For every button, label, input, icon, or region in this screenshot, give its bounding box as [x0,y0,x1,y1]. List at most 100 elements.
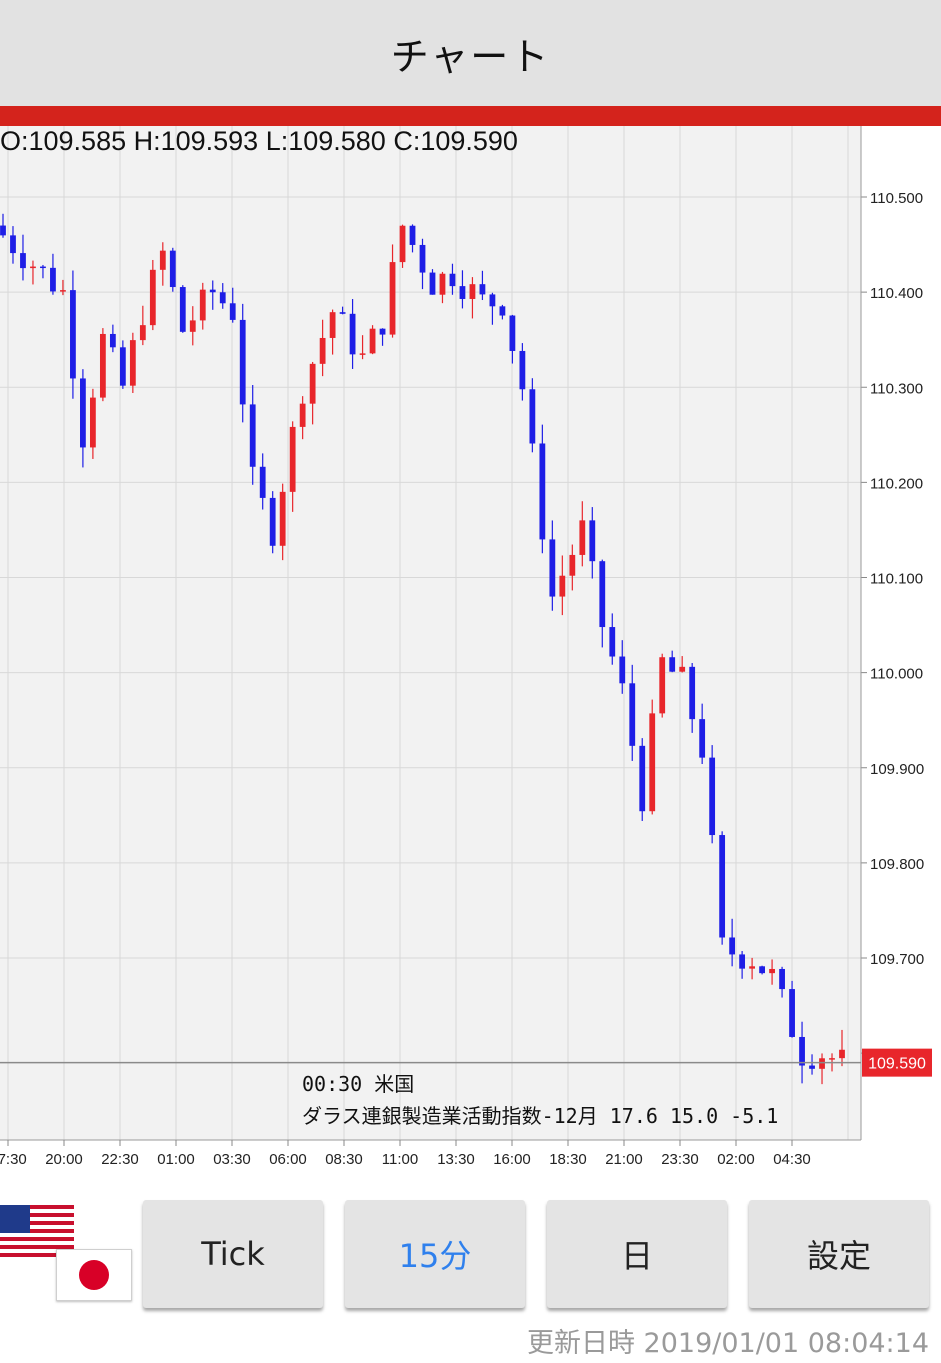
ohlc-readout: O:109.585 H:109.593 L:109.580 C:109.590 [0,126,518,156]
candle-body [689,666,696,720]
candle-body [469,284,476,299]
candle-body [829,1058,835,1060]
candle-body [479,284,486,295]
price-tick-label: 110.400 [870,285,923,302]
candle-body [319,337,326,364]
candle-body [389,262,396,335]
candle-body [609,627,616,657]
candle-body [239,319,246,405]
candle-body [399,225,406,263]
candle-body [50,267,56,292]
candle-body [259,466,266,498]
event-time-country: 00:30 米国 [302,1072,415,1096]
candle-body [739,954,746,969]
candle-body [229,303,236,320]
candle-body [159,250,166,270]
candle-body [539,443,546,540]
candle-body [629,683,636,746]
candle-body [449,273,456,287]
event-description: ダラス連銀製造業活動指数-12月 17.6 15.0 -5.1 [302,1104,779,1128]
candle-body [269,497,276,546]
candle-body [549,539,556,597]
candle-body [439,273,446,295]
price-chart[interactable]: 110.500 110.400 110.300 110.200 110.100 110.0… [0,126,941,1171]
candle-body [839,1049,845,1059]
candle-body [489,294,496,307]
candle-body [209,289,216,293]
page-title: チャート [390,34,551,79]
time-tick-label: 21:00 [605,1151,643,1168]
price-tick-label: 109.700 [870,951,924,968]
candle-body [529,389,536,444]
candle-body [819,1058,825,1069]
candle-body [189,320,196,332]
candle-body [329,312,336,338]
time-tick-label: 03:30 [213,1151,251,1168]
title-bar: チャート [0,0,941,106]
candle-body [70,290,76,379]
candle-body [589,520,596,562]
japan-flag-icon[interactable] [56,1249,132,1301]
time-tick-label: 08:30 [325,1151,363,1168]
candle-body [339,312,346,314]
time-tick-label: 16:00 [493,1151,531,1168]
candle-body [429,272,436,295]
candle-body [379,328,386,335]
time-tick-label: 22:30 [101,1151,139,1168]
candle-body [219,292,226,304]
candle-body [459,286,466,299]
candle-body [359,353,366,355]
price-tick-label: 110.500 [870,190,923,207]
candle-body [799,1036,805,1066]
candle-body [349,313,356,355]
candle-body [199,289,206,321]
candle-body [30,266,36,269]
price-tick-label: 110.100 [870,571,923,588]
candle-body [679,666,686,672]
candle-body [749,966,756,969]
time-tick-label: 13:30 [437,1151,475,1168]
candle-body [279,491,286,546]
candle-body [409,225,416,245]
candle-body [519,350,526,390]
settings-button[interactable]: 設定 [749,1200,929,1308]
candle-body [80,378,86,448]
candle-body [649,713,656,812]
candle-body [249,404,256,467]
candle-body [60,290,66,292]
candle-body [579,520,586,555]
candle-body [129,340,136,386]
candle-body [0,225,6,236]
candle-body [169,250,176,288]
tick-button[interactable]: Tick [143,1200,323,1308]
candle-body [299,403,306,427]
price-tick-label: 110.300 [870,380,923,397]
candle-body [109,333,116,348]
candle-body [499,306,506,316]
candle-body [699,719,706,758]
time-tick-label: 02:00 [717,1151,755,1168]
time-tick-label: 06:00 [269,1151,307,1168]
candle-body [659,657,666,714]
candle-body [669,657,676,672]
candle-body [779,968,785,990]
candle-body [709,757,716,836]
candle-body [769,968,775,974]
candle-body [559,575,566,597]
time-tick-label: 20:00 [45,1151,83,1168]
candle-body [179,287,186,332]
candle-body [789,989,795,1037]
daily-button[interactable]: 日 [547,1200,727,1308]
candle-body [809,1065,815,1069]
price-tick-label: 110.000 [870,666,923,683]
price-tick-label: 109.900 [870,761,924,778]
candle-body [729,937,736,955]
candle-body [619,656,626,684]
interval-15min-button[interactable]: 15分 [345,1200,525,1308]
time-tick-label: 01:00 [157,1151,195,1168]
candle-body [149,269,156,326]
candle-body [99,333,106,398]
candle-body [20,253,26,269]
candle-body [569,554,576,576]
candle-body [509,315,516,351]
